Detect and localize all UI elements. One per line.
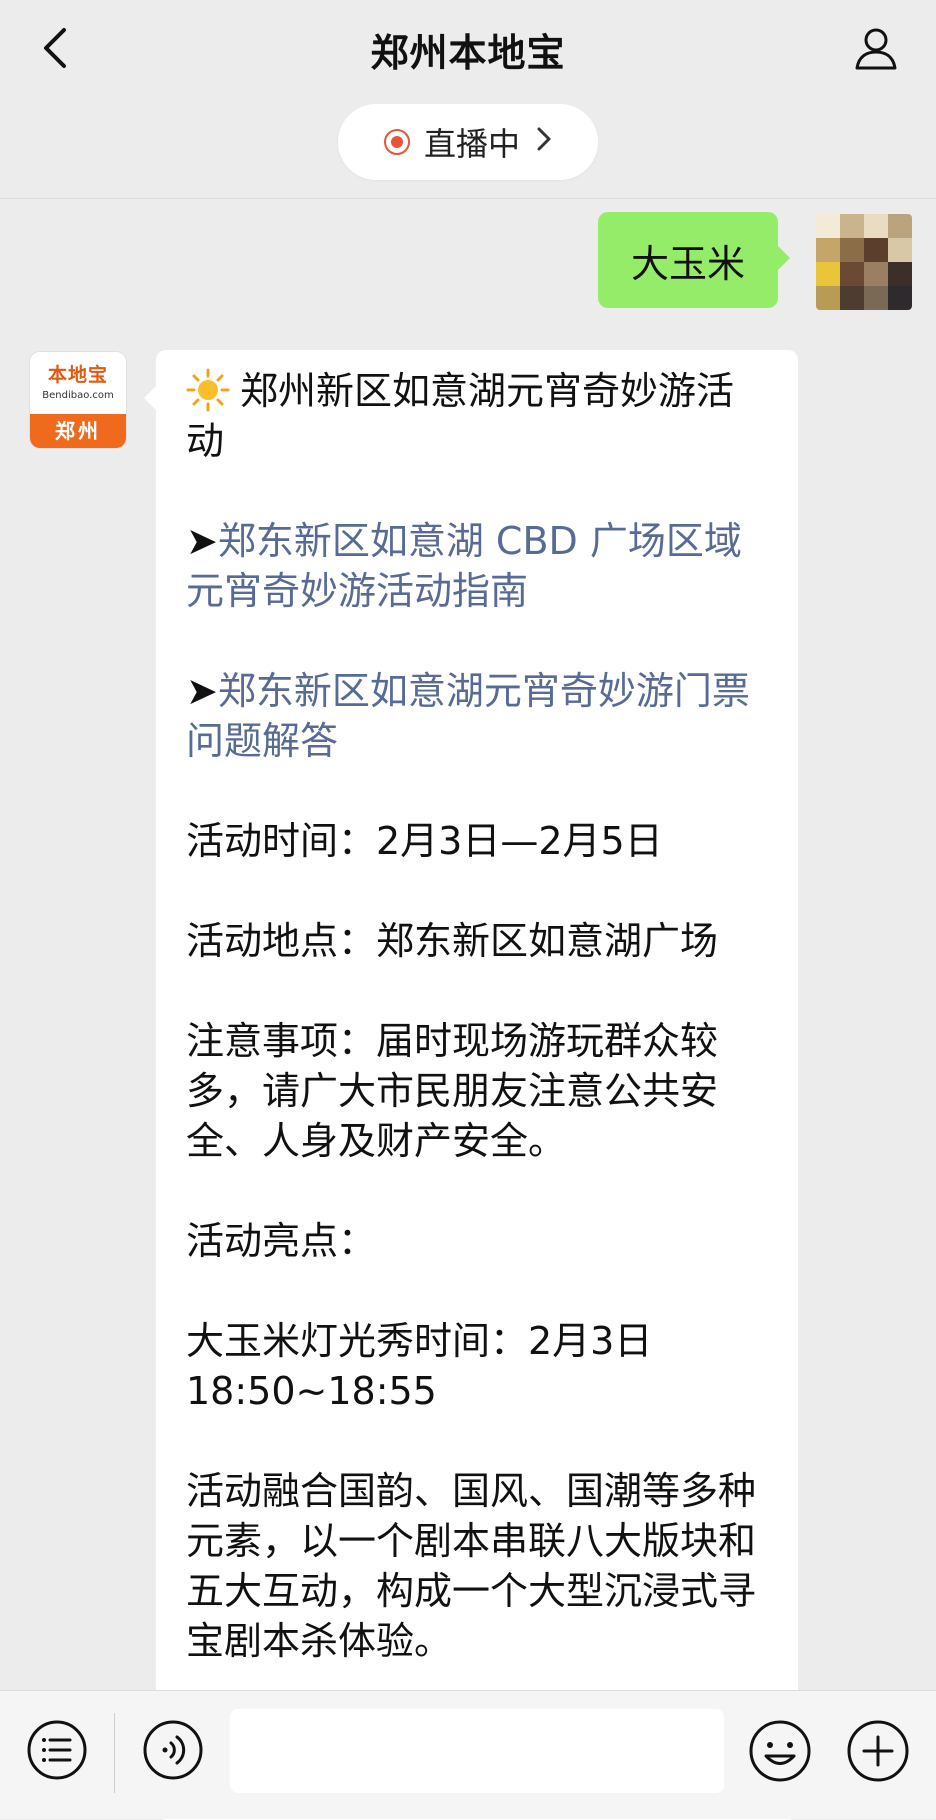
voice-icon (143, 1720, 203, 1780)
divider (114, 1713, 115, 1793)
link-faq[interactable]: ➤郑东新区如意湖元宵奇妙游门票问题解答 (186, 666, 770, 766)
outgoing-message-bubble[interactable]: 大玉米 (598, 212, 790, 308)
heading-text: 郑州新区如意湖元宵奇妙游活动 (186, 369, 735, 463)
input-bar (0, 1690, 936, 1819)
profile-button[interactable] (846, 18, 906, 78)
emoji-icon (749, 1720, 811, 1782)
message-input[interactable] (230, 1709, 724, 1793)
link-guide-text[interactable]: 郑东新区如意湖 CBD 广场区域元宵奇妙游活动指南 (186, 519, 742, 613)
live-button[interactable]: 直播中 (338, 104, 598, 180)
avatar-logo: 本地宝 Bendibao.com (30, 352, 126, 414)
plus-icon (847, 1720, 909, 1782)
sun-icon (186, 368, 230, 412)
top-bar: 郑州本地宝 直播中 (0, 0, 936, 199)
live-label: 直播中 (423, 125, 520, 163)
official-account-avatar[interactable]: 本地宝 Bendibao.com 郑州 (30, 352, 126, 448)
event-place: 活动地点：郑东新区如意湖广场 (186, 919, 719, 963)
avatar-logo-text: 本地宝 (47, 364, 108, 386)
menu-list-icon (27, 1720, 87, 1780)
light-show-time: 大玉米灯光秀时间：2月3日 18:50~18:55 (186, 1319, 653, 1413)
avatar-city: 郑州 (30, 414, 126, 448)
page-title: 郑州本地宝 (370, 31, 566, 75)
emoji-button[interactable] (748, 1719, 812, 1783)
user-avatar[interactable] (816, 214, 912, 310)
link-faq-text[interactable]: 郑东新区如意湖元宵奇妙游门票问题解答 (186, 669, 750, 763)
chevron-right-icon (536, 125, 552, 160)
incoming-message-bubble: 郑州新区如意湖元宵奇妙游活动 ➤郑东新区如意湖 CBD 广场区域元宵奇妙游活动指… (144, 350, 798, 1820)
voice-button[interactable] (142, 1719, 204, 1781)
event-description: 活动融合国韵、国风、国潮等多种元素，以一个剧本串联八大版块和五大互动，构成一个大… (186, 1469, 757, 1663)
link-guide[interactable]: ➤郑东新区如意湖 CBD 广场区域元宵奇妙游活动指南 (186, 516, 770, 616)
arrow-icon: ➤ (186, 519, 218, 563)
plus-button[interactable] (846, 1719, 910, 1783)
live-dot-icon (383, 129, 410, 155)
event-highlights-label: 活动亮点： (186, 1219, 377, 1263)
arrow-icon: ➤ (186, 669, 218, 713)
event-time: 活动时间：2月3日—2月5日 (186, 819, 663, 863)
message-heading: 郑州新区如意湖元宵奇妙游活动 (186, 366, 770, 466)
user-icon (855, 28, 897, 70)
avatar-logo-sub: Bendibao.com (42, 390, 114, 401)
event-notice: 注意事项：届时现场游玩群众较多，请广大市民朋友注意公共安全、人身及财产安全。 (186, 1019, 719, 1163)
outgoing-message-text: 大玉米 (630, 241, 745, 286)
menu-button[interactable] (26, 1719, 88, 1781)
